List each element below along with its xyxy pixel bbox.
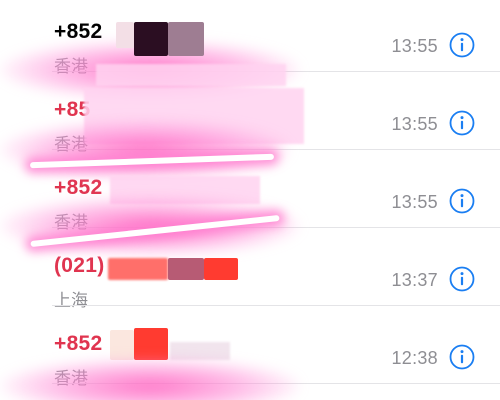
caller-number: (021) (54, 254, 105, 277)
recent-call-row[interactable]: +852 香港 12:38 (0, 306, 500, 388)
call-time: 13:55 (391, 192, 438, 212)
recent-call-row[interactable]: +852 香港 13:55 (0, 0, 500, 76)
info-icon[interactable] (449, 110, 475, 136)
recent-call-row[interactable]: +852 香港 13:55 (0, 150, 500, 232)
recents-call-list: +852 香港 13:55 +85 香港 13:55 +852 香港 13:55… (0, 0, 500, 400)
info-icon[interactable] (449, 344, 475, 370)
call-time: 13:55 (391, 36, 438, 56)
call-time: 12:38 (391, 348, 438, 368)
caller-number: +85 (54, 98, 91, 121)
info-icon[interactable] (449, 32, 475, 58)
info-icon[interactable] (449, 266, 475, 292)
caller-number: +852 (54, 20, 103, 43)
caller-number: +852 (54, 332, 103, 355)
call-time: 13:55 (391, 114, 438, 134)
caller-number: +852 (54, 176, 103, 199)
call-time: 13:37 (391, 270, 438, 290)
recent-call-row[interactable]: +85 香港 13:55 (0, 72, 500, 154)
recent-call-row[interactable]: (021) 上海 13:37 (0, 228, 500, 310)
info-icon[interactable] (449, 188, 475, 214)
row-divider (52, 383, 500, 384)
caller-location: 香港 (54, 369, 88, 388)
